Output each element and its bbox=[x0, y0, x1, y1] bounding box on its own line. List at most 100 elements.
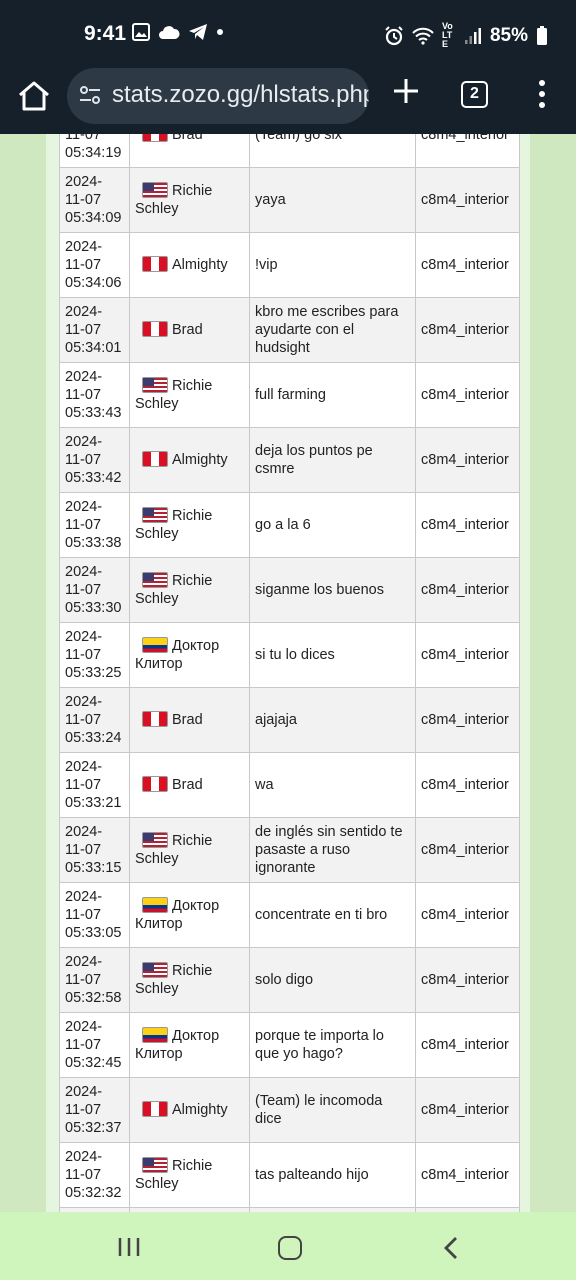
chat-map: c8m4_interior bbox=[415, 232, 520, 298]
chat-player: Almighty bbox=[129, 232, 250, 298]
chat-message: de inglés sin sentido te pasaste a ruso … bbox=[249, 817, 416, 883]
chat-player: Brad bbox=[129, 687, 250, 753]
system-icons: Vo LTE 85% bbox=[384, 22, 548, 49]
chat-map: c8m4_interior bbox=[415, 752, 520, 818]
browser-toolbar: stats.zozo.gg/hlstats.php 2 bbox=[0, 68, 576, 134]
chat-date: 2024- 11-07 05:33:05 bbox=[59, 882, 130, 948]
chat-map: c8m4_interior bbox=[415, 297, 520, 363]
flag-us-icon bbox=[142, 377, 168, 393]
signal-icon bbox=[464, 27, 481, 44]
chat-player: Доктор Клитор bbox=[129, 622, 250, 688]
wifi-icon bbox=[412, 27, 434, 45]
chat-map: c8m4_interior bbox=[415, 817, 520, 883]
chat-message: (Team) le incomoda dice bbox=[249, 1077, 416, 1143]
chat-row: 2024- 11-07 05:34:19 Brad (Team) go sixc8m… bbox=[59, 134, 520, 168]
chat-message: yaya bbox=[249, 167, 416, 233]
flag-co-icon bbox=[142, 637, 168, 653]
home-nav-icon[interactable] bbox=[278, 1236, 302, 1260]
player-name-link[interactable]: Almighty bbox=[172, 452, 228, 468]
chat-message: full farming bbox=[249, 362, 416, 428]
chat-row: 2024- 11-07 05:32:37 Almighty (Team) le in… bbox=[59, 1077, 520, 1143]
chat-date: 2024- 11-07 05:32:58 bbox=[59, 947, 130, 1013]
cloud-icon bbox=[159, 26, 180, 39]
flag-co-icon bbox=[142, 897, 168, 913]
site-settings-icon[interactable] bbox=[79, 84, 101, 106]
chat-message: deja los puntos pe csmre bbox=[249, 427, 416, 493]
chat-date: 2024- 11-07 05:33:43 bbox=[59, 362, 130, 428]
chat-date: 2024- 11-07 05:34:06 bbox=[59, 232, 130, 298]
dot-icon bbox=[217, 29, 223, 35]
chat-map: c8m4_interior bbox=[415, 557, 520, 623]
chat-date: 2024- 11-07 05:33:30 bbox=[59, 557, 130, 623]
chat-map: c8m4_interior bbox=[415, 427, 520, 493]
chat-message: !vip bbox=[249, 232, 416, 298]
chat-player: Brad bbox=[129, 752, 250, 818]
chat-row: 2024- 11-07 05:32:58 Richie Schley solo di… bbox=[59, 947, 520, 1013]
recents-icon[interactable] bbox=[117, 1237, 141, 1257]
player-name-link[interactable]: Brad bbox=[172, 134, 203, 143]
image-icon bbox=[132, 23, 150, 41]
chat-date: 2024- 11-07 05:33:38 bbox=[59, 492, 130, 558]
flag-pe-icon bbox=[142, 134, 168, 142]
chat-map: c8m4_interior bbox=[415, 1012, 520, 1078]
chat-row: 2024- 11-07 05:33:30 Richie Schley siganme… bbox=[59, 557, 520, 623]
chat-row: 2024- 11-07 05:34:09 Richie Schley yaya c8m… bbox=[59, 167, 520, 233]
chat-player: Richie Schley bbox=[129, 947, 250, 1013]
chat-message: kbro me escribes para ayudarte con el hu… bbox=[249, 297, 416, 363]
flag-pe-icon bbox=[142, 451, 168, 467]
flag-pe-icon bbox=[142, 1101, 168, 1117]
chat-date: 2024- 11-07 05:33:21 bbox=[59, 752, 130, 818]
chat-map: c8m4_interior bbox=[415, 882, 520, 948]
chat-map: c8m4_interior bbox=[415, 687, 520, 753]
status-time: 9:41 bbox=[84, 22, 127, 45]
chat-message: si tu lo dices bbox=[249, 622, 416, 688]
chat-row: 2024- 11-07 05:33:05 Доктор Клитор concent… bbox=[59, 882, 520, 948]
player-name-link[interactable]: Brad bbox=[172, 777, 203, 793]
battery-percent: 85% bbox=[489, 24, 528, 46]
chat-row: 2024- 11-07 05:33:15 Richie Schley de ingl… bbox=[59, 817, 520, 883]
url-text[interactable]: stats.zozo.gg/hlstats.php bbox=[112, 81, 369, 109]
flag-us-icon bbox=[142, 572, 168, 588]
flag-us-icon bbox=[142, 182, 168, 198]
chat-date: 2024- 11-07 05:32:37 bbox=[59, 1077, 130, 1143]
back-icon[interactable] bbox=[440, 1236, 462, 1260]
new-tab-icon[interactable] bbox=[391, 76, 421, 106]
telegram-icon bbox=[189, 24, 207, 40]
volte-icon: Vo LTE bbox=[441, 21, 453, 49]
chat-player: Richie Schley bbox=[129, 167, 250, 233]
chat-map: c8m4_interior bbox=[415, 134, 520, 168]
player-name-link[interactable]: Brad bbox=[172, 712, 203, 728]
chat-map: c8m4_interior bbox=[415, 1077, 520, 1143]
flag-us-icon bbox=[142, 1157, 168, 1173]
status-bar: 9:41 Vo LTE 85% bbox=[0, 0, 576, 68]
chat-date: 2024- 11-07 05:32:45 bbox=[59, 1012, 130, 1078]
flag-pe-icon bbox=[142, 321, 168, 337]
chat-message: wa bbox=[249, 752, 416, 818]
chat-log-table: 2024- 11-07 05:34:19Brad(Team) go sixc8m… bbox=[59, 134, 520, 1212]
tab-switcher-button[interactable]: 2 bbox=[461, 81, 488, 108]
battery-icon bbox=[537, 25, 547, 45]
flag-pe-icon bbox=[142, 776, 168, 792]
chat-player: Richie Schley bbox=[129, 817, 250, 883]
player-name-link[interactable]: Brad bbox=[172, 322, 203, 338]
flag-us-icon bbox=[142, 832, 168, 848]
chat-map: c8m4_interior bbox=[415, 622, 520, 688]
player-name-link[interactable]: Almighty bbox=[172, 1102, 228, 1118]
address-bar[interactable]: stats.zozo.gg/hlstats.php bbox=[67, 68, 369, 124]
chat-row: 2024- 11-07 05:33:25 Доктор Клитор si tu l… bbox=[59, 622, 520, 688]
chat-player: Richie Schley bbox=[129, 362, 250, 428]
chat-player: Richie Schley bbox=[129, 1142, 250, 1208]
chat-date: 2024- 11-07 05:33:15 bbox=[59, 817, 130, 883]
chat-row: 2024- 11-07 05:32:45 Доктор Клитор porque … bbox=[59, 1012, 520, 1078]
flag-pe-icon bbox=[142, 256, 168, 272]
chat-player: Доктор Клитор bbox=[129, 1012, 250, 1078]
chat-player: Richie Schley bbox=[129, 492, 250, 558]
chat-map: c8m4_interior bbox=[415, 492, 520, 558]
home-icon[interactable] bbox=[16, 78, 52, 114]
player-name-link[interactable]: Almighty bbox=[172, 257, 228, 273]
chat-message: ajajaja bbox=[249, 687, 416, 753]
chat-row: 2024- 11-07 05:33:21 Brad wa c8m4_interior bbox=[59, 752, 520, 818]
notification-icons bbox=[132, 23, 224, 41]
more-options-icon[interactable] bbox=[538, 79, 546, 109]
navigation-bar bbox=[0, 1212, 576, 1280]
